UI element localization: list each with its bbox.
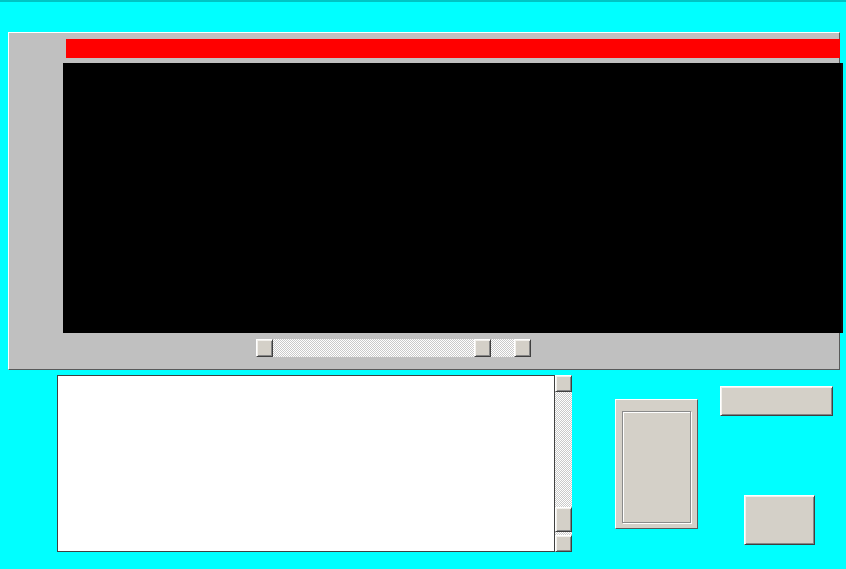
hscroll-right-arrow-icon[interactable]	[514, 339, 531, 357]
timewindow-groupbox	[622, 411, 691, 523]
vscroll-down-arrow-icon[interactable]	[555, 535, 572, 552]
signal-chart-svg	[63, 63, 841, 333]
app-window	[0, 0, 846, 569]
ts-status-bar	[66, 39, 840, 58]
hscroll-thumb[interactable]	[474, 339, 491, 357]
hscroll-left-arrow-icon[interactable]	[256, 339, 273, 357]
chart-panel	[8, 32, 840, 370]
timewindow-panel	[615, 399, 698, 529]
quit-button[interactable]	[744, 495, 815, 545]
signal-chart	[63, 63, 843, 333]
table-vscrollbar[interactable]	[555, 375, 572, 552]
vscroll-up-arrow-icon[interactable]	[555, 375, 572, 392]
window-top-edge	[0, 0, 846, 2]
records-table	[57, 375, 555, 552]
vscroll-thumb[interactable]	[555, 507, 572, 532]
chart-hscrollbar[interactable]	[256, 339, 531, 357]
load-tiounedata-button[interactable]	[720, 386, 833, 416]
